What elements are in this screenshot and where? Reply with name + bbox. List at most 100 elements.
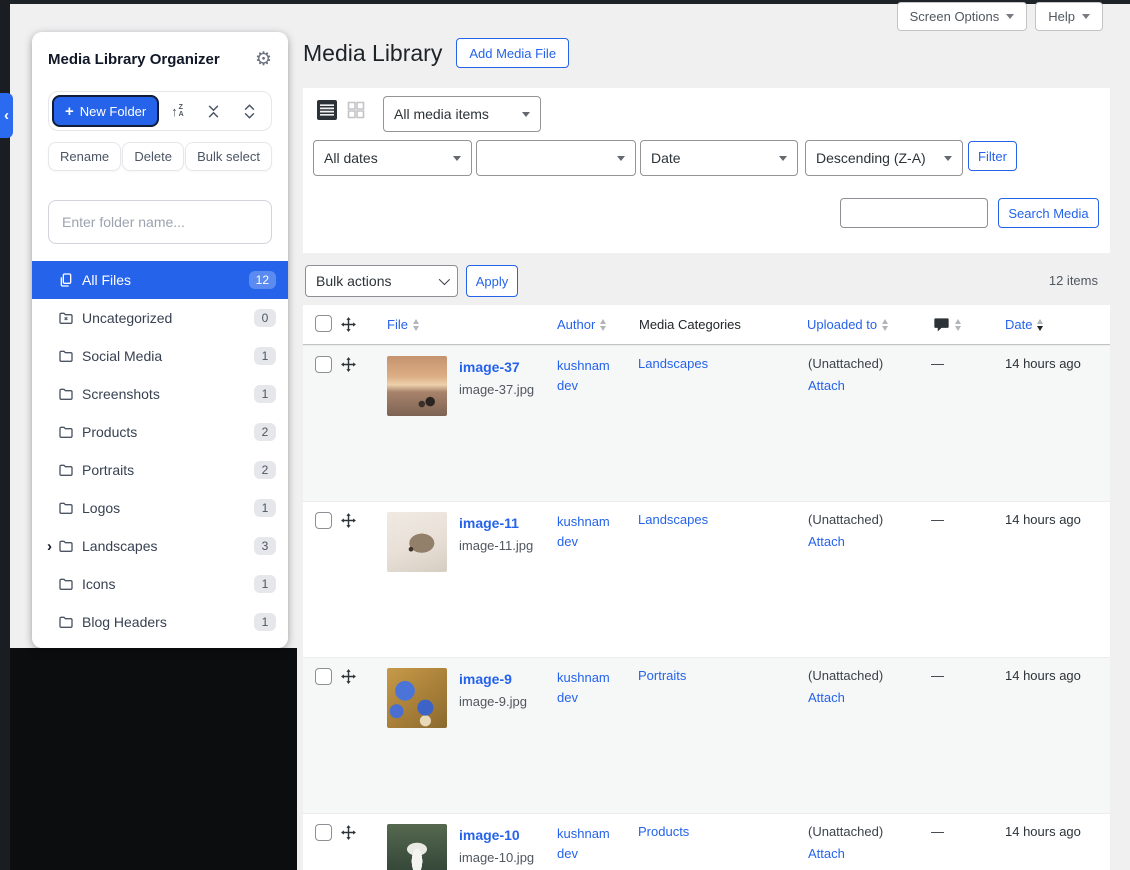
- grid-view-icon[interactable]: [346, 100, 366, 120]
- category-link[interactable]: Products: [638, 824, 689, 839]
- table-row-image-37: image-37image-37.jpgkushnamdevLandscapes…: [303, 345, 1110, 501]
- folder-item-portraits[interactable]: Portraits2: [32, 451, 288, 489]
- date-filter-select[interactable]: All dates: [313, 140, 472, 176]
- date-cell: 14 hours ago: [1001, 668, 1110, 683]
- folder-item-products[interactable]: Products2: [32, 413, 288, 451]
- rename-button[interactable]: Rename: [48, 142, 121, 171]
- folder-item-screenshots[interactable]: Screenshots1: [32, 375, 288, 413]
- collapse-all-icon[interactable]: [195, 104, 231, 119]
- media-thumbnail[interactable]: [387, 824, 447, 870]
- add-media-file-button[interactable]: Add Media File: [456, 38, 569, 68]
- folder-item-social-media[interactable]: Social Media1: [32, 337, 288, 375]
- media-title-link[interactable]: image-9: [459, 671, 527, 687]
- media-thumbnail[interactable]: [387, 668, 447, 728]
- bulk-select-button[interactable]: Bulk select: [185, 142, 272, 171]
- dropdown-arrow-icon: [944, 156, 952, 161]
- sidebar-collapse-handle[interactable]: ‹: [0, 93, 13, 138]
- column-label[interactable]: File: [387, 317, 408, 332]
- author-link[interactable]: kushnamdev: [557, 514, 610, 549]
- media-title-link[interactable]: image-11: [459, 515, 533, 531]
- sort-arrows-icon[interactable]: [882, 319, 888, 331]
- date-cell: 14 hours ago: [1001, 824, 1110, 839]
- gear-icon[interactable]: ⚙: [255, 50, 272, 69]
- folder-label: All Files: [82, 272, 249, 288]
- move-icon[interactable]: [340, 512, 383, 529]
- column-header-author[interactable]: Author: [553, 317, 635, 332]
- column-label[interactable]: Date: [1005, 317, 1032, 332]
- folder-label: Screenshots: [82, 386, 254, 402]
- move-icon[interactable]: [340, 668, 383, 685]
- move-icon[interactable]: [340, 824, 383, 841]
- comments-cell: —: [929, 512, 1001, 527]
- folder-item-blog-headers[interactable]: Blog Headers1: [32, 603, 288, 641]
- media-title-link[interactable]: image-37: [459, 359, 534, 375]
- dropdown-arrow-icon: [617, 156, 625, 161]
- row-checkbox[interactable]: [315, 512, 332, 529]
- search-media-button[interactable]: Search Media: [998, 198, 1099, 228]
- category-link[interactable]: Portraits: [638, 668, 686, 683]
- media-thumbnail[interactable]: [387, 512, 447, 572]
- attach-link[interactable]: Attach: [808, 846, 929, 861]
- folder-item-icons[interactable]: Icons1: [32, 565, 288, 603]
- folder-item-landscapes[interactable]: ›Landscapes3: [32, 527, 288, 565]
- folder-count-badge: 3: [254, 537, 276, 555]
- attach-link[interactable]: Attach: [808, 690, 929, 705]
- author-link[interactable]: kushnamdev: [557, 826, 610, 861]
- move-icon[interactable]: [340, 356, 383, 373]
- media-type-select[interactable]: All media items: [383, 96, 541, 132]
- expand-all-icon[interactable]: [232, 104, 268, 119]
- column-header-comments[interactable]: [929, 317, 1001, 332]
- filter-button[interactable]: Filter: [968, 141, 1017, 171]
- select-all-checkbox[interactable]: [315, 315, 332, 332]
- apply-button[interactable]: Apply: [466, 265, 518, 297]
- expand-chevron-icon[interactable]: ›: [32, 538, 58, 555]
- row-checkbox[interactable]: [315, 668, 332, 685]
- category-filter-select[interactable]: [476, 140, 636, 176]
- folder-label: Uncategorized: [82, 310, 254, 326]
- folder-name-input[interactable]: [48, 200, 272, 244]
- sort-arrows-icon[interactable]: [1037, 319, 1043, 331]
- delete-button[interactable]: Delete: [122, 142, 184, 171]
- author-link[interactable]: kushnamdev: [557, 670, 610, 705]
- folder-count-badge: 1: [254, 575, 276, 593]
- unattached-label: (Unattached): [808, 824, 929, 839]
- chevron-down-icon: [1082, 14, 1090, 19]
- attach-link[interactable]: Attach: [808, 378, 929, 393]
- sort-az-icon[interactable]: ↑ZA: [159, 104, 195, 119]
- category-link[interactable]: Landscapes: [638, 512, 708, 527]
- list-view-icon[interactable]: [317, 100, 337, 120]
- dropdown-arrow-icon: [779, 156, 787, 161]
- orderby-select[interactable]: Date: [640, 140, 798, 176]
- media-thumbnail[interactable]: [387, 356, 447, 416]
- attach-link[interactable]: Attach: [808, 534, 929, 549]
- new-folder-button[interactable]: + New Folder: [52, 95, 159, 127]
- author-link[interactable]: kushnamdev: [557, 358, 610, 393]
- row-checkbox[interactable]: [315, 356, 332, 373]
- folder-label: Social Media: [82, 348, 254, 364]
- order-select[interactable]: Descending (Z-A): [805, 140, 963, 176]
- sort-arrows-icon[interactable]: [413, 319, 419, 331]
- folder-icon: [58, 348, 82, 364]
- sort-arrows-icon[interactable]: [600, 319, 606, 331]
- folder-item-logos[interactable]: Logos1: [32, 489, 288, 527]
- screen-options-button[interactable]: Screen Options: [897, 2, 1028, 31]
- folder-label: Portraits: [82, 462, 254, 478]
- folder-label: Blog Headers: [82, 614, 254, 630]
- help-button[interactable]: Help: [1035, 2, 1103, 31]
- row-checkbox[interactable]: [315, 824, 332, 841]
- files-icon: [58, 272, 82, 288]
- column-header-file[interactable]: File: [383, 317, 553, 332]
- sort-arrows-icon[interactable]: [955, 319, 961, 331]
- folder-item-all-files[interactable]: All Files12: [32, 261, 288, 299]
- search-input[interactable]: [840, 198, 988, 228]
- unattached-label: (Unattached): [808, 668, 929, 683]
- column-header-uploaded[interactable]: Uploaded to: [803, 317, 929, 332]
- column-label[interactable]: Uploaded to: [807, 317, 877, 332]
- column-header-date[interactable]: Date: [1001, 317, 1110, 332]
- category-link[interactable]: Landscapes: [638, 356, 708, 371]
- bulk-actions-select[interactable]: Bulk actions: [305, 265, 458, 297]
- table-row-image-11: image-11image-11.jpgkushnamdevLandscapes…: [303, 501, 1110, 657]
- media-title-link[interactable]: image-10: [459, 827, 534, 843]
- column-label[interactable]: Author: [557, 317, 595, 332]
- folder-item-uncategorized[interactable]: Uncategorized0: [32, 299, 288, 337]
